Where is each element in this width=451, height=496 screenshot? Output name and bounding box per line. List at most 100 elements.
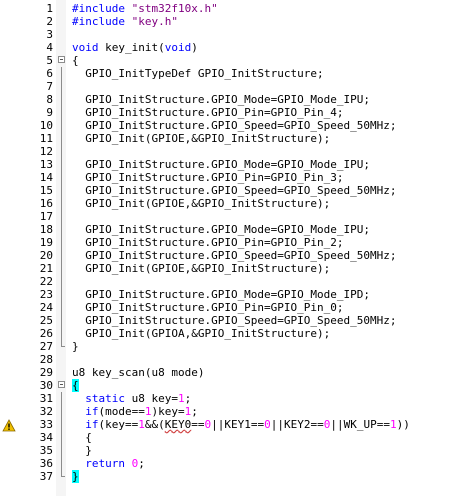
code-text[interactable]: if(mode==1)key=1; <box>72 405 198 418</box>
line-number: 31 <box>39 392 53 405</box>
code-line[interactable]: 31 static u8 key=1; <box>0 392 451 405</box>
line-number: 3 <box>46 28 53 41</box>
code-text[interactable]: GPIO_Init(GPIOE,&GPIO_InitStructure); <box>72 197 330 210</box>
code-line[interactable]: 9 GPIO_InitStructure.GPIO_Pin=GPIO_Pin_4… <box>0 106 451 119</box>
code-line[interactable]: 28 <box>0 353 451 366</box>
code-line[interactable]: 10 GPIO_InitStructure.GPIO_Speed=GPIO_Sp… <box>0 119 451 132</box>
code-text[interactable]: { <box>72 379 79 392</box>
code-line[interactable]: 2 #include "key.h" <box>0 15 451 28</box>
code-text[interactable]: GPIO_InitStructure.GPIO_Pin=GPIO_Pin_0; <box>72 301 343 314</box>
code-text[interactable]: GPIO_InitStructure.GPIO_Mode=GPIO_Mode_I… <box>72 158 370 171</box>
code-text[interactable]: void key_init(void) <box>72 41 198 54</box>
line-number: 14 <box>39 171 53 184</box>
code-token: ) <box>191 41 198 54</box>
line-number: 34 <box>39 431 53 444</box>
code-text[interactable]: GPIO_Init(GPIOE,&GPIO_InitStructure); <box>72 132 330 145</box>
code-line[interactable]: 8 GPIO_InitStructure.GPIO_Mode=GPIO_Mode… <box>0 93 451 106</box>
code-text[interactable]: GPIO_InitStructure.GPIO_Pin=GPIO_Pin_2; <box>72 236 343 249</box>
code-line[interactable]: 20 GPIO_InitStructure.GPIO_Speed=GPIO_Sp… <box>0 249 451 262</box>
code-line[interactable]: 12 <box>0 145 451 158</box>
fold-toggle-icon[interactable] <box>57 379 67 392</box>
code-text[interactable]: } <box>72 444 92 457</box>
code-line[interactable]: 6 GPIO_InitTypeDef GPIO_InitStructure; <box>0 67 451 80</box>
code-line[interactable]: 24 GPIO_InitStructure.GPIO_Pin=GPIO_Pin_… <box>0 301 451 314</box>
fold-guide-line <box>57 249 67 262</box>
code-token: ; <box>184 392 192 405</box>
code-text[interactable]: GPIO_InitTypeDef GPIO_InitStructure; <box>72 67 324 80</box>
code-line[interactable]: 25 GPIO_InitStructure.GPIO_Speed=GPIO_Sp… <box>0 314 451 327</box>
code-text[interactable]: #include "key.h" <box>72 15 178 28</box>
line-number: 37 <box>39 470 53 483</box>
code-line[interactable]: 21 GPIO_Init(GPIOE,&GPIO_InitStructure); <box>0 262 451 275</box>
code-text[interactable]: GPIO_Init(GPIOE,&GPIO_InitStructure); <box>72 262 330 275</box>
code-text[interactable]: GPIO_InitStructure.GPIO_Speed=GPIO_Speed… <box>72 184 396 197</box>
code-text[interactable]: u8 key_scan(u8 mode) <box>72 366 204 379</box>
code-text[interactable]: return 0; <box>72 457 145 470</box>
line-number: 28 <box>39 353 53 366</box>
code-line[interactable]: 5{ <box>0 54 451 67</box>
code-line[interactable]: 26 GPIO_Init(GPIOA,&GPIO_InitStructure); <box>0 327 451 340</box>
code-text[interactable]: } <box>72 470 79 483</box>
code-line[interactable]: 36 return 0; <box>0 457 451 470</box>
code-line[interactable]: 33 if(key==1&&(KEY0==0||KEY1==0||KEY2==0… <box>0 417 451 432</box>
code-text[interactable]: GPIO_InitStructure.GPIO_Mode=GPIO_Mode_I… <box>72 223 370 236</box>
code-line[interactable]: 18 GPIO_InitStructure.GPIO_Mode=GPIO_Mod… <box>0 223 451 236</box>
code-text[interactable]: GPIO_InitStructure.GPIO_Mode=GPIO_Mode_I… <box>72 288 370 301</box>
line-number: 33 <box>39 418 53 431</box>
line-number: 6 <box>46 67 53 80</box>
line-number: 27 <box>39 340 53 353</box>
code-line[interactable]: 16 GPIO_Init(GPIOE,&GPIO_InitStructure); <box>0 197 451 210</box>
code-text[interactable]: if(key==1&&(KEY0==0||KEY1==0||KEY2==0||W… <box>72 418 410 431</box>
code-line[interactable]: 13 GPIO_InitStructure.GPIO_Mode=GPIO_Mod… <box>0 158 451 171</box>
code-line[interactable]: 27} <box>0 340 451 353</box>
code-token: == <box>191 418 205 431</box>
code-line[interactable]: 3 <box>0 28 451 41</box>
code-line[interactable]: 7 <box>0 80 451 93</box>
fold-guide-line <box>57 392 67 405</box>
code-line[interactable]: 19 GPIO_InitStructure.GPIO_Pin=GPIO_Pin_… <box>0 236 451 249</box>
code-line[interactable]: 11 GPIO_Init(GPIOE,&GPIO_InitStructure); <box>0 132 451 145</box>
code-line[interactable]: 23 GPIO_InitStructure.GPIO_Mode=GPIO_Mod… <box>0 288 451 301</box>
code-token: (mode== <box>98 405 145 418</box>
code-text[interactable]: #include "stm32f10x.h" <box>72 2 218 15</box>
code-text[interactable]: GPIO_InitStructure.GPIO_Speed=GPIO_Speed… <box>72 314 396 327</box>
warning-icon[interactable] <box>2 417 16 432</box>
code-line[interactable]: 30 { <box>0 379 451 392</box>
code-text[interactable]: GPIO_InitStructure.GPIO_Pin=GPIO_Pin_3; <box>72 171 343 184</box>
keyword-token: void <box>72 41 99 54</box>
code-line[interactable]: 35 } <box>0 444 451 457</box>
code-text[interactable]: GPIO_InitStructure.GPIO_Pin=GPIO_Pin_4; <box>72 106 344 119</box>
code-text[interactable]: GPIO_InitStructure.GPIO_Mode=GPIO_Mode_I… <box>72 93 370 106</box>
code-line[interactable]: 1 #include "stm32f10x.h" <box>0 2 451 15</box>
line-number: 22 <box>39 275 53 288</box>
number-token: 1 <box>138 418 145 431</box>
code-token: GPIO_InitStructure.GPIO_Pin=GPIO_Pin_4; <box>72 106 344 119</box>
code-line[interactable]: 4 void key_init(void) <box>0 41 451 54</box>
code-line[interactable]: 22 <box>0 275 451 288</box>
string-token: "stm32f10x.h" <box>131 2 218 15</box>
code-line[interactable]: 15 GPIO_InitStructure.GPIO_Speed=GPIO_Sp… <box>0 184 451 197</box>
keyword-token: if <box>85 405 99 418</box>
code-text[interactable]: } <box>72 340 79 353</box>
code-line[interactable]: 37} <box>0 470 451 483</box>
line-number: 32 <box>39 405 53 418</box>
code-text[interactable]: GPIO_Init(GPIOA,&GPIO_InitStructure); <box>72 327 330 340</box>
code-token: GPIO_InitTypeDef GPIO_InitStructure; <box>72 67 324 80</box>
code-text[interactable]: { <box>72 54 79 67</box>
fold-guide-line <box>57 119 67 132</box>
code-text[interactable]: { <box>72 431 92 444</box>
fold-toggle-icon[interactable] <box>57 54 67 67</box>
code-editor[interactable]: 1 #include "stm32f10x.h" 2 #include "key.h"… <box>0 0 451 496</box>
line-number: 36 <box>39 457 53 470</box>
fold-guide-line <box>57 93 67 106</box>
code-line[interactable]: 29 u8 key_scan(u8 mode) <box>0 366 451 379</box>
code-text[interactable]: GPIO_InitStructure.GPIO_Speed=GPIO_Speed… <box>72 249 396 262</box>
code-line[interactable]: 34 { <box>0 431 451 444</box>
code-text[interactable]: GPIO_InitStructure.GPIO_Speed=GPIO_Speed… <box>72 119 396 132</box>
code-token: } <box>72 444 92 457</box>
code-line[interactable]: 17 <box>0 210 451 223</box>
code-line[interactable]: 32 if(mode==1)key=1; <box>0 405 451 418</box>
keyword-token: void <box>164 41 192 54</box>
code-line[interactable]: 14 GPIO_InitStructure.GPIO_Pin=GPIO_Pin_… <box>0 171 451 184</box>
code-text[interactable]: static u8 key=1; <box>72 392 191 405</box>
